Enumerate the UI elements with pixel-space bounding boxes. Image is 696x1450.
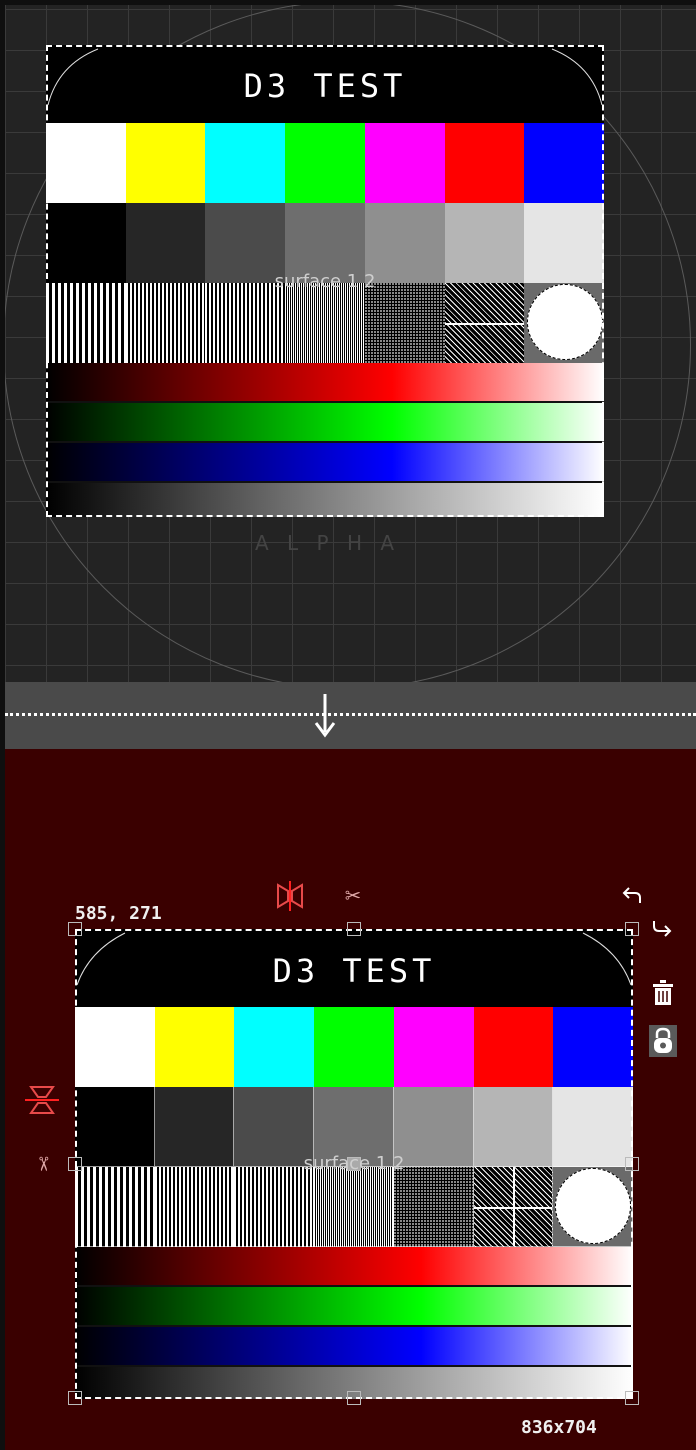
- redo-icon[interactable]: [651, 917, 673, 939]
- resize-handle-top-right[interactable]: [625, 922, 639, 936]
- color-bar: [393, 1007, 474, 1087]
- color-bar: [524, 123, 604, 203]
- flip-vertical-icon[interactable]: [25, 1085, 59, 1115]
- resize-handle-bottom[interactable]: [347, 1391, 361, 1405]
- green-gradient-bar: [75, 1287, 633, 1325]
- pattern-diagonal: [473, 1167, 554, 1247]
- title-corner-arcs: [47, 48, 603, 106]
- color-bar: [285, 123, 365, 203]
- size-readout: 836x704: [521, 1417, 597, 1438]
- color-bar: [205, 123, 286, 203]
- pattern-medium-lines: [154, 1167, 235, 1247]
- resize-handle-bottom-right[interactable]: [625, 1391, 639, 1405]
- cut-icon[interactable]: ✂: [28, 1156, 58, 1172]
- color-bar: [46, 123, 126, 203]
- pattern-diagonal: [444, 283, 525, 363]
- blue-gradient-bar: [46, 443, 604, 481]
- resize-handle-top[interactable]: [347, 922, 361, 936]
- test-card-editable[interactable]: D3 TEST surface 1 2: [75, 929, 633, 1399]
- undo-icon[interactable]: [621, 885, 643, 907]
- arrow-down-icon: [314, 694, 336, 738]
- pattern-row: [75, 1167, 633, 1247]
- pattern-row: [46, 283, 604, 363]
- color-bar: [314, 1007, 394, 1087]
- color-bar: [75, 1007, 155, 1087]
- pattern-circle: [524, 283, 604, 363]
- gray-gradient-bar: [46, 483, 604, 517]
- color-bar: [364, 123, 445, 203]
- red-gradient-bar: [46, 363, 604, 401]
- transition-divider: [5, 682, 696, 749]
- surface-label: surface 1 2: [274, 271, 376, 292]
- pattern-fine-lines: [234, 1167, 315, 1247]
- pattern-circle: [553, 1167, 633, 1247]
- top-preview-panel: D3 TEST surface 1 2 A L P H A: [5, 5, 696, 682]
- blue-gradient-bar: [75, 1327, 633, 1365]
- surface-label: surface 1 2: [303, 1153, 405, 1174]
- color-bar: [473, 1007, 554, 1087]
- trash-icon[interactable]: [651, 979, 675, 1007]
- dotted-separator: [5, 713, 696, 716]
- pattern-coarse-lines: [46, 283, 126, 363]
- pattern-dots: [393, 1167, 474, 1247]
- color-bar: [553, 1007, 633, 1087]
- color-bar: [154, 1007, 235, 1087]
- position-readout: 585, 271: [75, 903, 162, 924]
- test-card-top[interactable]: D3 TEST surface 1 2: [46, 45, 604, 517]
- lock-icon[interactable]: [649, 1025, 677, 1057]
- cut-icon[interactable]: ✂: [345, 881, 361, 911]
- color-bars-row: [46, 123, 604, 203]
- green-gradient-bar: [46, 403, 604, 441]
- editor-panel: ✂ ✂ 585, 271 D3 TEST surface 1 2 836x704: [5, 749, 696, 1450]
- pattern-fine-lines: [205, 283, 286, 363]
- color-bar: [234, 1007, 315, 1087]
- pattern-coarse-lines: [75, 1167, 155, 1247]
- pattern-medium-lines: [125, 283, 206, 363]
- alpha-watermark: A L P H A: [255, 531, 401, 555]
- pattern-dots: [364, 283, 445, 363]
- pattern-finest-lines: [314, 1167, 394, 1247]
- red-gradient-bar: [75, 1247, 633, 1285]
- color-bar: [125, 123, 206, 203]
- resize-handle-top-left[interactable]: [68, 922, 82, 936]
- title-corner-arcs: [76, 932, 632, 986]
- flip-horizontal-icon[interactable]: [275, 881, 305, 911]
- pattern-finest-lines: [285, 283, 365, 363]
- resize-handle-bottom-left[interactable]: [68, 1391, 82, 1405]
- color-bar: [444, 123, 525, 203]
- color-bars-row: [75, 1007, 633, 1087]
